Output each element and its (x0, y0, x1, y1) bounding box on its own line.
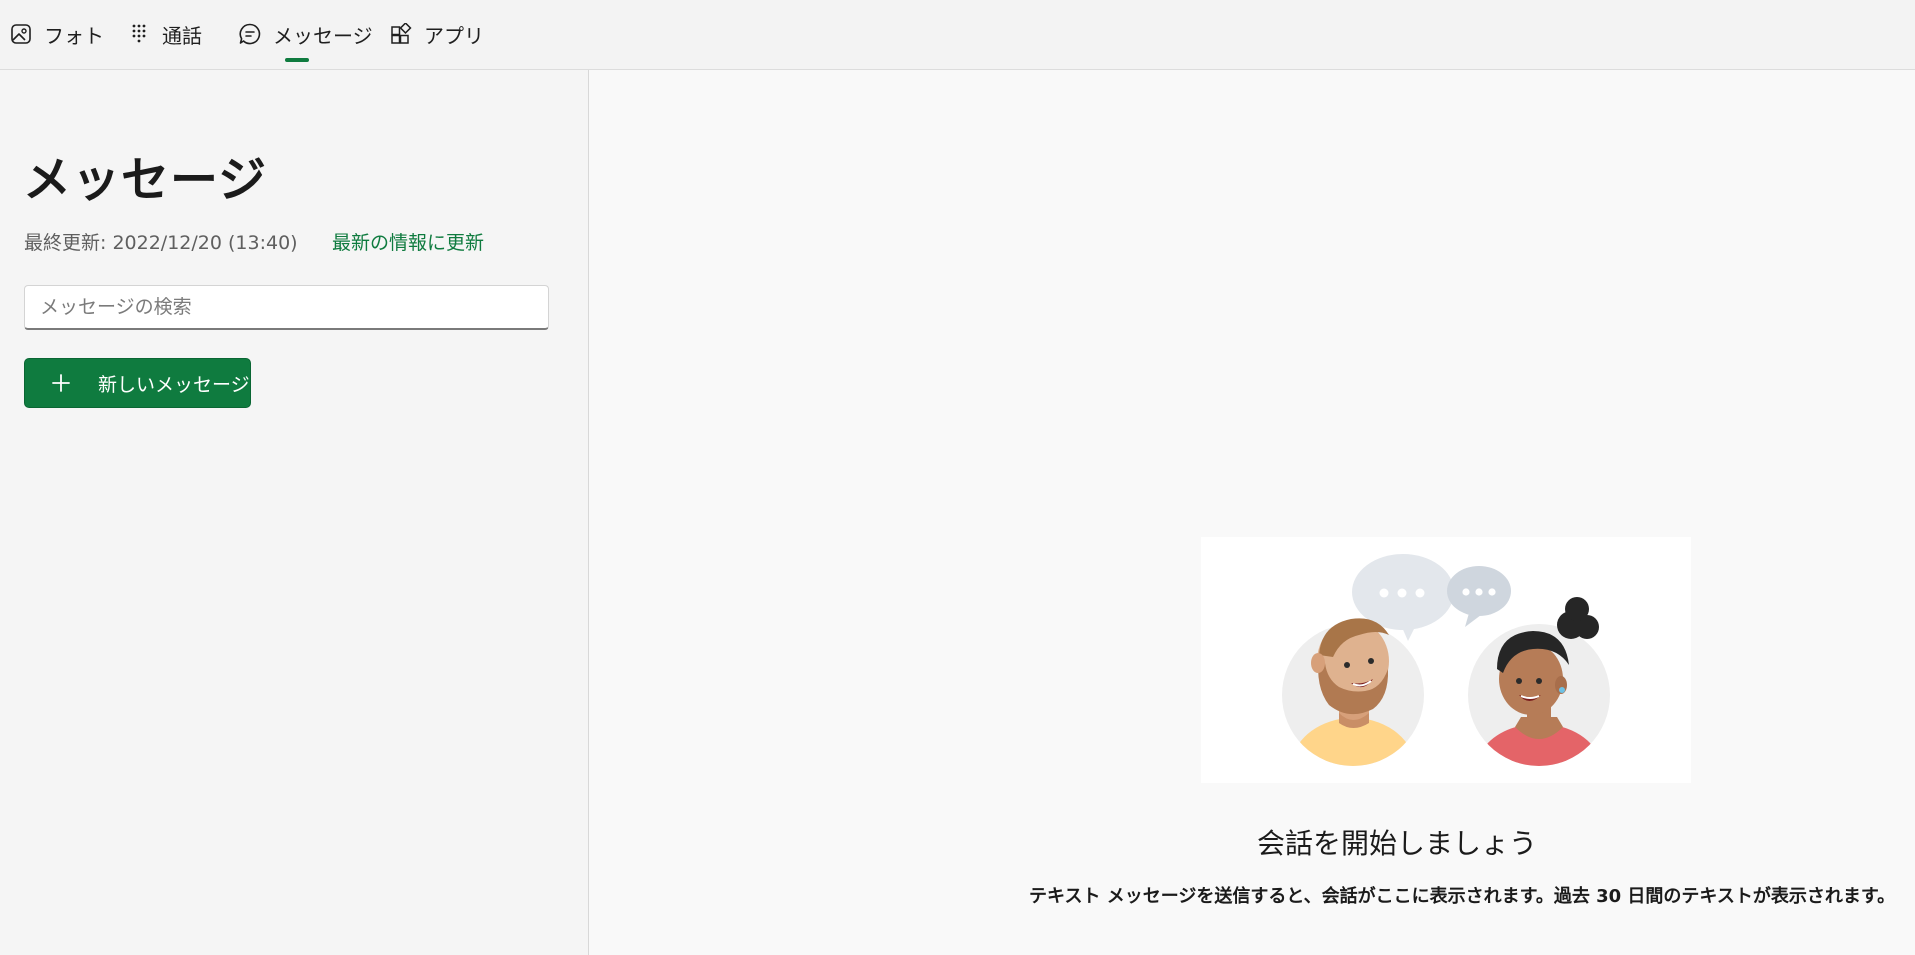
chat-icon (237, 21, 263, 47)
dialpad-icon (126, 21, 152, 47)
tab-photos-label: フォト (44, 23, 104, 48)
refresh-link[interactable]: 最新の情報に更新 (332, 228, 484, 255)
tab-apps-label: アプリ (424, 23, 484, 48)
photo-icon (8, 21, 34, 47)
apps-icon (388, 21, 414, 47)
tab-calls[interactable]: 通話 (126, 16, 202, 52)
search-input[interactable] (25, 286, 548, 328)
plus-icon (52, 374, 70, 392)
tab-messages-label: メッセージ (273, 23, 373, 48)
messages-sidebar: メッセージ 最終更新: 2022/12/20 (13:40) 最新の情報に更新 … (0, 70, 589, 955)
tab-messages[interactable]: メッセージ (237, 16, 373, 52)
empty-state-description: テキスト メッセージを送信すると、会話がここに表示されます。過去 30 日間のテ… (1029, 886, 1896, 907)
top-nav-bar: フォト 通話 メッセージ アプリ (0, 0, 1915, 70)
selected-tab-indicator (285, 58, 309, 62)
tab-photos[interactable]: フォト (8, 16, 104, 52)
empty-state-title: 会話を開始しましょう (1256, 827, 1537, 860)
last-updated-text: 最終更新: 2022/12/20 (13:40) (24, 232, 298, 254)
two-people-chatting-illustration (1201, 537, 1691, 783)
tab-apps[interactable]: アプリ (388, 16, 484, 52)
page-title: メッセージ (23, 152, 268, 208)
search-box[interactable] (24, 285, 549, 330)
new-message-button[interactable]: 新しいメッセージ (24, 358, 251, 408)
new-message-label: 新しいメッセージ (98, 373, 250, 396)
tab-calls-label: 通話 (162, 23, 202, 48)
